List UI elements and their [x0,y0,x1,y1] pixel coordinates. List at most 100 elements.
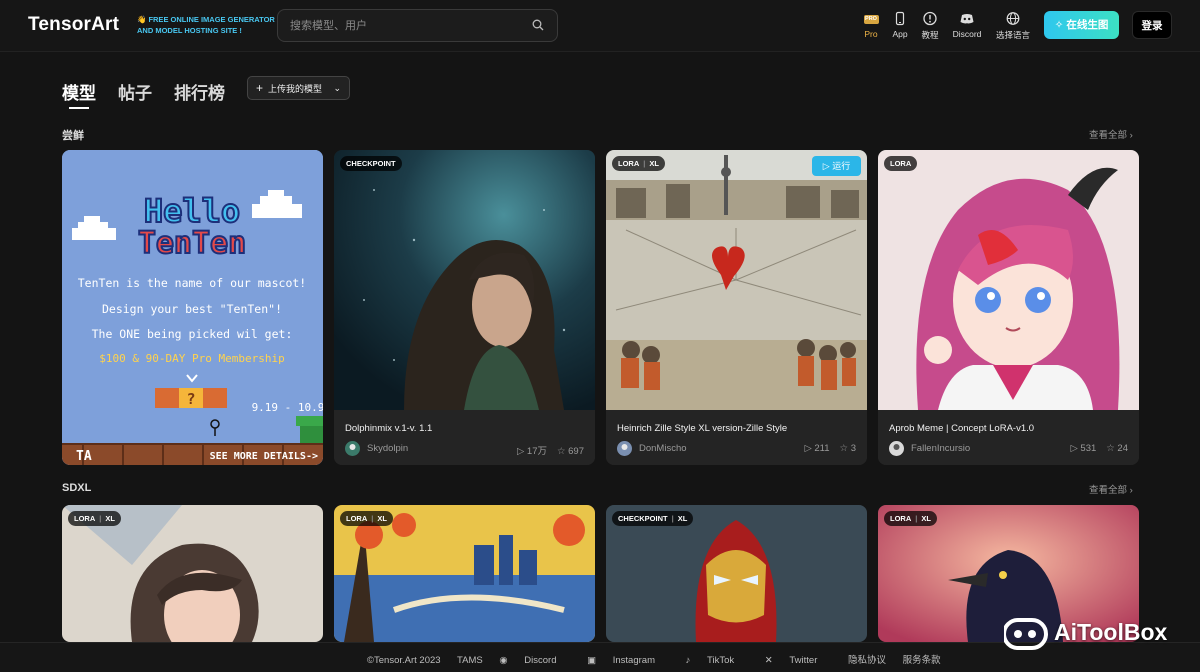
x-icon: ✕ [764,655,776,666]
nav-pro-label: Pro [864,29,878,39]
nav-discord[interactable]: Discord [945,11,989,39]
model-card-dolphinmix[interactable]: CHECKPOINT Dolphinmix v.1-v. 1.1 Skydolp… [334,150,595,465]
search-box[interactable] [277,9,558,42]
instagram-icon: ▣ [587,655,599,666]
model-type-tag: LORA | XL [68,511,121,526]
run-count-icon: ▷ [1070,443,1081,454]
tag-xl: XL [105,514,115,523]
model-type-tag: LORA | XL [612,156,665,171]
nav-language[interactable]: 选择语言 [991,11,1035,41]
model-card-heinrich-zille[interactable]: LORA | XL ▷ 运行 Heinrich Zille Style XL ver… [606,150,867,465]
footer-link-privacy[interactable]: 隐私协议 [848,655,886,666]
run-count-icon: ▷ [516,446,527,457]
model-thumbnail[interactable] [878,150,1139,410]
nav-tutorial-label: 教程 [921,30,939,40]
model-stats: ▷ 211 ☆ 3 [804,443,856,454]
model-card-sdxl-2[interactable]: LORA | XL [334,505,595,642]
footer-link-discord[interactable]: ◉ Discord [499,655,570,666]
model-card-sdxl-1[interactable]: LORA | XL [62,505,323,642]
section-title-sdxl: SDXL [62,482,92,494]
discord-icon [960,14,974,24]
tag-xl: XL [677,514,688,523]
login-button[interactable]: 登录 [1132,11,1172,39]
footer-link-instagram[interactable]: ▣ Instagram [587,655,669,666]
chevron-right-icon: › [1129,130,1133,141]
model-card-aprob-meme[interactable]: LORA Aprob Meme | Concept LoRA-v1.0 Fall… [878,150,1139,465]
wave-icon: 👋 [137,15,147,24]
tiktok-icon: ♪ [685,655,694,666]
banner-artwork: Hello TenTen TenTen is the name of our m… [62,150,323,465]
info-icon [923,11,937,26]
play-icon: ▷ [822,161,833,171]
run-count: 211 [814,443,830,454]
upload-model-button[interactable]: + 上传我的模型 ⌄ [247,76,350,100]
tag-xl: XL [649,159,659,168]
footer-link-tams[interactable]: TAMS [457,655,483,666]
view-all-sdxl[interactable]: 查看全部 › [1089,482,1133,496]
footer-link-tiktok[interactable]: ♪ TikTok [686,655,749,666]
upload-model-label: 上传我的模型 [268,84,323,94]
discord-icon: ◉ [499,655,511,666]
model-type-tag: LORA | XL [340,511,393,526]
tag-lora: LORA [890,159,912,168]
author-name[interactable]: FallenIncursio [911,443,970,454]
tag-lora: LORA [890,514,912,523]
model-stats: ▷ 17万 ☆ 697 [517,443,584,457]
nav-discord-label: Discord [952,29,982,39]
search-input[interactable] [290,18,520,34]
cta-label: 在线生图 [1066,19,1109,31]
footer-link-terms[interactable]: 服务条款 [903,655,941,666]
run-button[interactable]: ▷ 运行 [812,156,861,176]
nav-app-label: App [892,29,908,39]
tag-lora: LORA [618,159,640,168]
active-tab-indicator [69,107,89,109]
avatar[interactable] [345,441,360,456]
magic-wand-icon: ✧ [1054,19,1067,31]
model-type-tag: LORA [884,156,918,171]
model-card-sdxl-3[interactable]: CHECKPOINT | XL [606,505,867,642]
model-thumbnail[interactable] [606,150,867,410]
tab-posts[interactable]: 帖子 [118,79,152,104]
author-name[interactable]: DonMischo [639,443,687,454]
slogan-line-1: FREE ONLINE IMAGE GENERATOR [148,15,275,24]
run-label: 运行 [832,161,851,171]
star-icon[interactable]: ☆ [840,443,851,454]
top-header: TensorArt 👋 FREE ONLINE IMAGE GENERATOR … [0,0,1200,52]
model-title[interactable]: Dolphinmix v.1-v. 1.1 [345,423,432,434]
tag-xl: XL [921,514,931,523]
online-generate-button[interactable]: ✧ 在线生图 [1044,11,1119,39]
banner-line-3: The ONE being picked wil get: [92,327,293,341]
view-all-label: 查看全部 [1089,130,1128,141]
model-type-tag: CHECKPOINT [340,156,402,171]
banner-see-more[interactable]: SEE MORE DETAILS-> [210,451,318,462]
tenten-contest-banner[interactable]: Hello TenTen TenTen is the name of our m… [62,150,323,465]
model-title[interactable]: Heinrich Zille Style XL version-Zille St… [617,423,787,434]
site-slogan: 👋 FREE ONLINE IMAGE GENERATOR AND MODEL … [137,14,275,36]
site-logo[interactable]: TensorArt [28,14,119,36]
star-icon[interactable]: ☆ [1106,443,1117,454]
run-count: 17万 [526,446,547,457]
run-count-icon: ▷ [804,443,815,454]
run-count: 531 [1080,443,1097,454]
card-info: Dolphinmix v.1-v. 1.1 Skydolpin ▷ 17万 ☆ 6… [334,410,595,465]
avatar[interactable] [889,441,904,456]
model-title[interactable]: Aprob Meme | Concept LoRA-v1.0 [889,423,1034,434]
banner-line-1: TenTen is the name of our mascot! [78,276,306,290]
pro-badge-icon: PRO [863,15,879,24]
model-stats: ▷ 531 ☆ 24 [1070,443,1128,454]
view-all-new[interactable]: 查看全部 › [1089,127,1133,141]
model-thumbnail[interactable] [334,150,595,410]
tab-models[interactable]: 模型 [62,79,96,104]
star-count: 24 [1117,443,1128,454]
banner-date: 9.19 - 10.9 [252,401,323,414]
avatar[interactable] [617,441,632,456]
footer-link-twitter[interactable]: ✕ Twitter [765,655,832,666]
tab-leaderboard[interactable]: 排行榜 [174,79,225,104]
chevron-down-icon: ⌄ [333,83,341,93]
author-name[interactable]: Skydolpin [367,443,408,454]
banner-title-hello: Hello [144,192,240,230]
search-icon[interactable] [532,19,544,31]
footer-links: ©Tensor.Art 2023 TAMS ◉ Discord ▣ Instag… [367,652,955,666]
footer-twitter-label: Twitter [789,655,818,666]
star-icon[interactable]: ☆ [557,446,568,457]
